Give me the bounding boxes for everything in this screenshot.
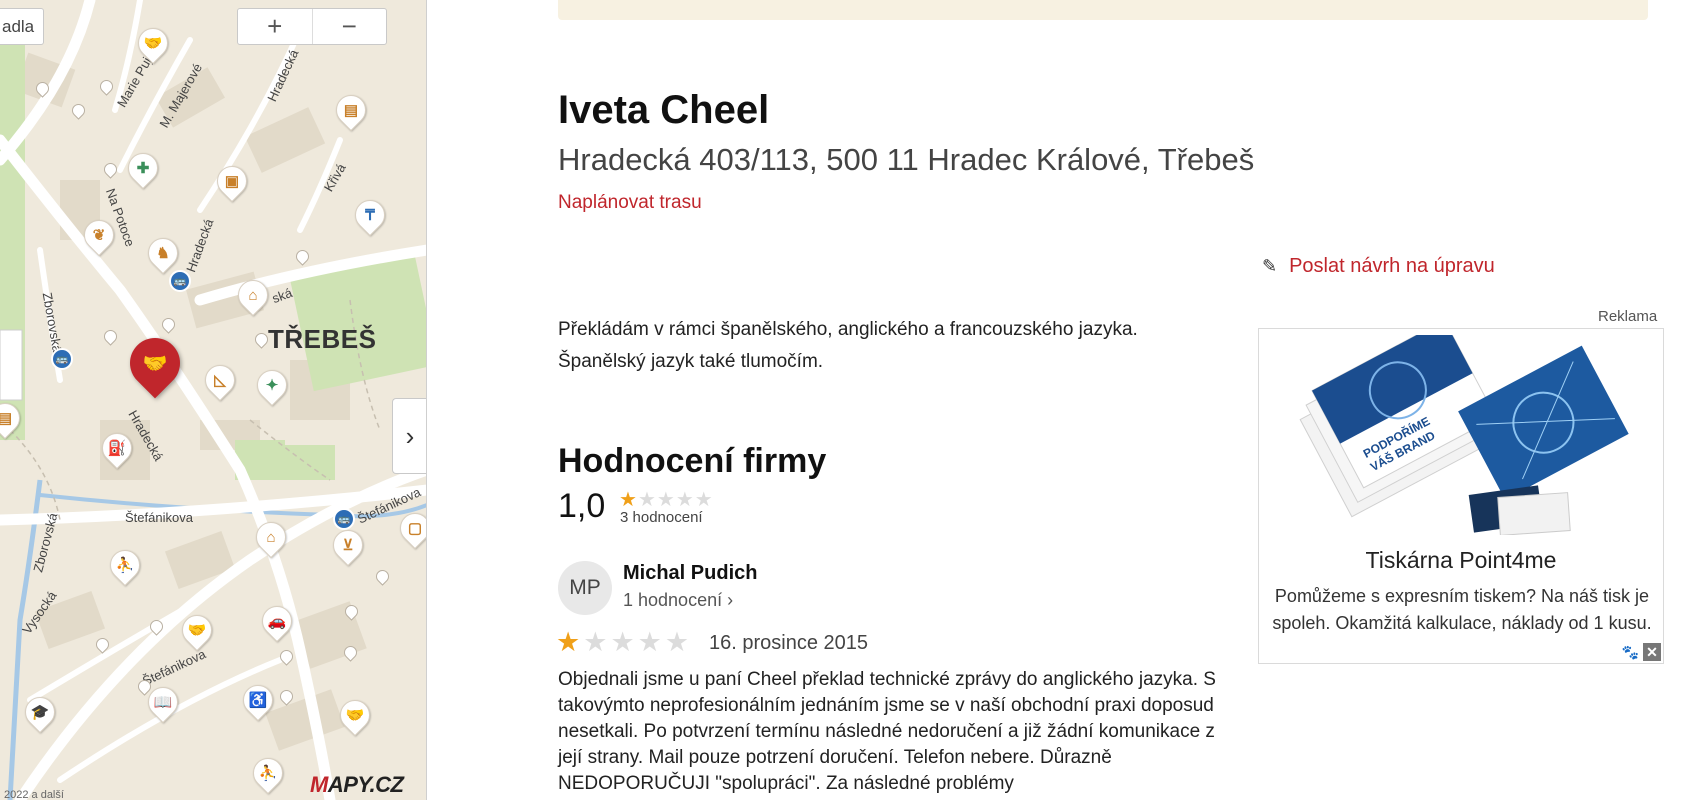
collapse-map-button[interactable]: ›: [392, 398, 426, 474]
rating-heading: Hodnocení firmy: [558, 442, 827, 480]
ad-image[interactable]: PODPOŘÍME VÁŠ BRAND: [1279, 335, 1645, 535]
business-title: Iveta Cheel: [558, 88, 770, 132]
close-icon[interactable]: ✕: [1643, 643, 1661, 661]
selected-location-pin[interactable]: 🤝: [119, 327, 191, 399]
plan-route-link[interactable]: Naplánovat trasu: [558, 192, 702, 214]
review-date: 16. prosince 2015: [709, 632, 869, 654]
rating-count[interactable]: 3 hodnocení: [620, 509, 703, 526]
mapy-logo[interactable]: MAPY.CZ: [310, 772, 404, 798]
star-empty-icon: ★: [694, 489, 714, 511]
ad-label: Reklama: [1598, 308, 1658, 325]
rating-score: 1,0: [558, 487, 606, 525]
star-filled-icon: ★: [556, 627, 584, 657]
review-text: Objednali jsme u paní Cheel překlad tech…: [558, 669, 1216, 794]
star-empty-icon: ★: [656, 489, 676, 511]
zoom-control: + −: [237, 8, 387, 45]
star-empty-icon: ★: [610, 627, 638, 657]
paw-icon[interactable]: 🐾: [1622, 644, 1639, 661]
map-copyright[interactable]: 2022 a další: [4, 789, 64, 800]
map-street-label: Štefánikova: [125, 510, 193, 525]
bus-stop-icon[interactable]: 🚌: [333, 508, 355, 530]
star-empty-icon: ★: [583, 627, 611, 657]
zoom-in-button[interactable]: +: [238, 9, 312, 44]
star-empty-icon: ★: [675, 489, 695, 511]
ad-title[interactable]: Tiskárna Point4me: [1259, 547, 1663, 574]
avatar[interactable]: MP: [558, 561, 612, 615]
ad-banner[interactable]: PODPOŘÍME VÁŠ BRAND Tiskárna Point4me Po…: [1258, 328, 1664, 664]
notice-banner: [558, 0, 1648, 20]
map-search-text: adla: [2, 16, 35, 36]
business-description: Překládám v rámci španělského, anglickéh…: [558, 319, 1138, 372]
pencil-icon: ✎: [1262, 256, 1278, 276]
star-empty-icon: ★: [637, 489, 657, 511]
bus-stop-icon[interactable]: 🚌: [169, 270, 191, 292]
suggest-edit-label: Poslat návrh na úpravu: [1289, 255, 1495, 277]
suggest-edit-link[interactable]: ✎ Poslat návrh na úpravu: [1262, 255, 1495, 278]
map-panel[interactable]: Marie Pujm M. Majerové Hradecká Na Potoc…: [0, 0, 427, 800]
zoom-out-button[interactable]: −: [311, 9, 387, 44]
ad-controls: 🐾 ✕: [1622, 643, 1661, 661]
ad-text[interactable]: Pomůžeme s expresním tiskem? Na náš tisk…: [1271, 583, 1653, 637]
star-empty-icon: ★: [664, 627, 693, 657]
star-filled-icon: ★: [619, 489, 638, 511]
review-stars: ★★★★★: [556, 627, 692, 658]
bus-stop-icon[interactable]: 🚌: [51, 348, 73, 370]
reviewer-name[interactable]: Michal Pudich: [623, 562, 757, 585]
map-district-label: TŘEBEŠ: [268, 324, 377, 354]
reviewer-rating-count[interactable]: 1 hodnocení ›: [623, 590, 733, 611]
star-empty-icon: ★: [637, 627, 665, 657]
map-search-field[interactable]: adla: [0, 8, 44, 45]
business-address: Hradecká 403/113, 500 11 Hradec Králové,…: [558, 142, 1255, 177]
